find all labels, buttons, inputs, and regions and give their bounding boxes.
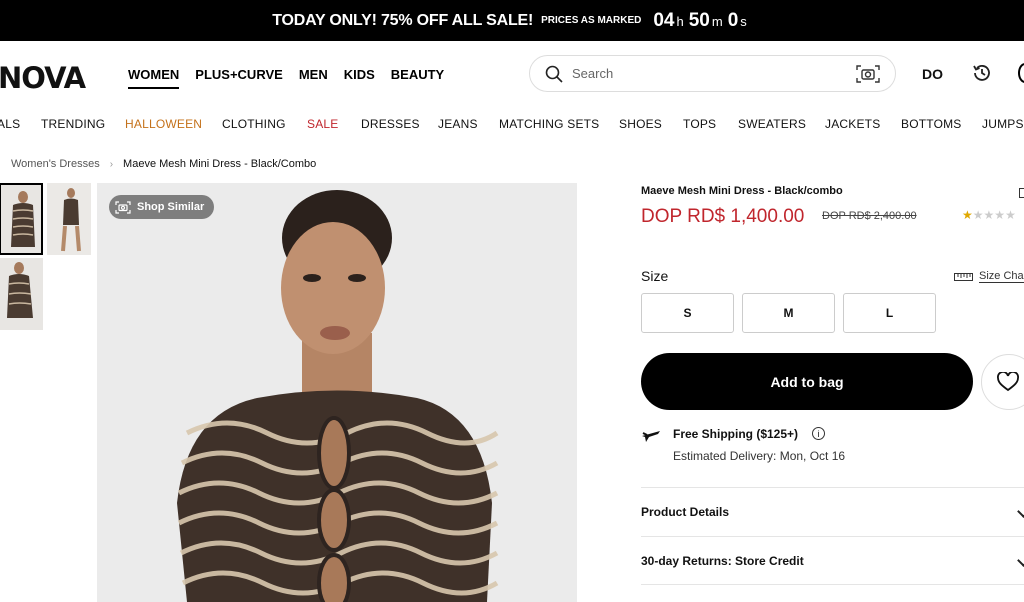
chevron-down-icon bbox=[1017, 554, 1024, 567]
breadcrumb: Women's Dresses › Maeve Mesh Mini Dress … bbox=[11, 158, 316, 170]
search-bar bbox=[529, 55, 896, 92]
cat-als[interactable]: ALS bbox=[0, 117, 20, 131]
promo-headline: TODAY ONLY! 75% OFF ALL SALE! bbox=[272, 11, 534, 29]
cat-dresses[interactable]: DRESSES bbox=[361, 117, 420, 131]
category-nav: ALS TRENDING HALLOWEEN CLOTHING SALE DRE… bbox=[0, 111, 1024, 138]
size-option-l[interactable]: L bbox=[843, 293, 936, 333]
gallery-thumbnail[interactable] bbox=[47, 183, 91, 255]
add-to-bag-button[interactable]: Add to bag bbox=[641, 353, 973, 410]
camera-icon bbox=[115, 200, 131, 214]
cat-sale[interactable]: SALE bbox=[307, 117, 339, 131]
promo-banner[interactable]: TODAY ONLY! 75% OFF ALL SALE! PRICES AS … bbox=[0, 0, 1024, 41]
star-icon: ★ bbox=[972, 208, 984, 222]
cat-halloween[interactable]: HALLOWEEN bbox=[125, 117, 202, 131]
star-icon: ★ bbox=[994, 208, 1006, 222]
cat-sweaters[interactable]: SWEATERS bbox=[738, 117, 806, 131]
size-label: Size bbox=[641, 268, 669, 284]
star-icon: ★ bbox=[983, 208, 995, 222]
star-icon: ★ bbox=[962, 208, 973, 222]
shop-similar-label: Shop Similar bbox=[137, 201, 205, 213]
product-photo bbox=[97, 183, 577, 602]
chevron-down-icon bbox=[1017, 505, 1024, 518]
wishlist-button[interactable] bbox=[981, 354, 1024, 410]
cat-clothing[interactable]: CLOTHING bbox=[222, 117, 286, 131]
info-icon[interactable]: i bbox=[812, 427, 825, 440]
product-details-accordion[interactable]: Product Details bbox=[641, 487, 1024, 536]
rating-stars[interactable]: ★★★★★ bbox=[962, 208, 1016, 222]
free-shipping-text: Free Shipping ($125+) bbox=[673, 427, 799, 441]
accordion-label: 30-day Returns: Store Credit bbox=[641, 553, 804, 568]
main-nav: WOMEN PLUS+CURVE MEN KIDS BEAUTY bbox=[128, 67, 444, 89]
airplane-icon bbox=[642, 431, 660, 442]
returns-accordion[interactable]: 30-day Returns: Store Credit bbox=[641, 536, 1024, 585]
cat-jumpsuits[interactable]: JUMPS bbox=[982, 117, 1024, 131]
breadcrumb-separator-icon: › bbox=[109, 158, 114, 170]
cat-shoes[interactable]: SHOES bbox=[619, 117, 662, 131]
timer-hours-unit: h bbox=[676, 13, 684, 29]
star-icon: ★ bbox=[1005, 208, 1016, 222]
cat-bottoms[interactable]: BOTTOMS bbox=[901, 117, 962, 131]
size-option-m[interactable]: M bbox=[742, 293, 835, 333]
breadcrumb-current: Maeve Mesh Mini Dress - Black/Combo bbox=[123, 158, 317, 170]
size-option-s[interactable]: S bbox=[641, 293, 734, 333]
product-price: DOP RD$ 1,400.00 bbox=[641, 206, 805, 227]
gallery-thumbnail[interactable] bbox=[0, 258, 43, 330]
camera-search-icon[interactable] bbox=[855, 64, 881, 84]
estimated-delivery: Estimated Delivery: Mon, Oct 16 bbox=[673, 449, 846, 463]
bookmark-icon[interactable] bbox=[1019, 188, 1024, 198]
countdown-timer: 04 h 50 m 0s bbox=[653, 10, 751, 32]
timer-minutes: 50 bbox=[688, 9, 710, 31]
timer-hours: 04 bbox=[653, 9, 675, 31]
nav-women[interactable]: WOMEN bbox=[128, 67, 180, 89]
cat-trending[interactable]: TRENDING bbox=[41, 117, 105, 131]
promo-subtext: PRICES AS MARKED bbox=[541, 15, 642, 26]
shop-similar-button[interactable]: Shop Similar bbox=[109, 195, 215, 219]
timer-minutes-unit: m bbox=[711, 13, 723, 29]
ruler-icon bbox=[954, 272, 973, 281]
cat-matching-sets[interactable]: MATCHING SETS bbox=[499, 117, 599, 131]
heart-icon bbox=[997, 372, 1019, 392]
cat-jeans[interactable]: JEANS bbox=[438, 117, 478, 131]
country-selector[interactable]: DO bbox=[922, 66, 943, 82]
nav-men[interactable]: MEN bbox=[299, 67, 328, 89]
nav-beauty[interactable]: BEAUTY bbox=[391, 67, 444, 89]
timer-seconds-unit: s bbox=[740, 13, 747, 29]
size-chart-label: Size Cha bbox=[979, 270, 1024, 283]
search-icon bbox=[545, 65, 563, 83]
product-main-image[interactable]: Shop Similar bbox=[97, 183, 577, 602]
nav-kids[interactable]: KIDS bbox=[344, 67, 375, 89]
account-icon[interactable] bbox=[1018, 63, 1024, 83]
history-icon[interactable] bbox=[971, 62, 993, 84]
size-chart-link[interactable]: Size Cha bbox=[954, 270, 1024, 283]
cat-jackets[interactable]: JACKETS bbox=[825, 117, 880, 131]
brand-logo[interactable]: NOVA bbox=[0, 61, 86, 95]
breadcrumb-parent[interactable]: Women's Dresses bbox=[11, 158, 100, 170]
site-header: NOVA WOMEN PLUS+CURVE MEN KIDS BEAUTY DO bbox=[0, 41, 1024, 111]
accordion-label: Product Details bbox=[641, 505, 730, 519]
original-price: DOP RD$ 2,400.00 bbox=[822, 210, 917, 222]
cat-tops[interactable]: TOPS bbox=[683, 117, 716, 131]
timer-seconds: 0 bbox=[727, 9, 739, 31]
search-input[interactable] bbox=[572, 66, 842, 81]
gallery-thumbnail[interactable] bbox=[0, 183, 43, 255]
nav-plus-curve[interactable]: PLUS+CURVE bbox=[195, 67, 283, 89]
product-name: Maeve Mesh Mini Dress - Black/combo bbox=[641, 185, 843, 197]
